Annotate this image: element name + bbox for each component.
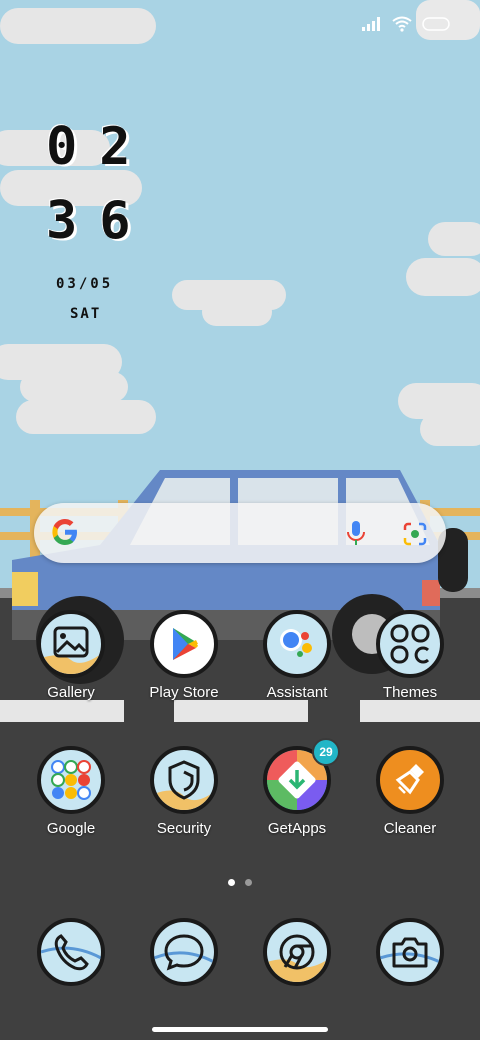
clock-day: SAT [70, 306, 102, 322]
app-cleaner[interactable]: Cleaner [355, 746, 465, 837]
camera-icon [376, 918, 444, 986]
gallery-icon [37, 610, 105, 678]
app-themes[interactable]: Themes [355, 610, 465, 701]
google-logo [52, 519, 77, 545]
dock-chrome[interactable] [242, 918, 352, 986]
clock-widget[interactable]: 02 36 03/05 SAT [46, 110, 153, 322]
status-bar [362, 16, 452, 32]
gesture-bar[interactable] [152, 1027, 328, 1032]
themes-icon [376, 610, 444, 678]
app-label: Gallery [47, 684, 95, 701]
cleaner-icon [376, 746, 444, 814]
page-indicator[interactable] [228, 879, 252, 886]
notification-badge: 29 [312, 738, 340, 766]
assistant-icon [263, 610, 331, 678]
app-label: Cleaner [383, 820, 437, 837]
battery-icon [422, 17, 450, 31]
app-google-folder[interactable]: Google [16, 746, 126, 837]
play-store-icon [150, 610, 218, 678]
clock-minutes: 36 [46, 191, 153, 251]
app-label: Security [156, 820, 212, 837]
app-label: Themes [382, 684, 438, 701]
page-dot-active [228, 879, 235, 886]
app-label: Play Store [149, 684, 219, 701]
clock-hours: 02 [46, 117, 153, 177]
app-label: Google [46, 820, 96, 837]
app-label: GetApps [267, 820, 327, 837]
signal-icon [362, 17, 380, 31]
page-dot [245, 879, 252, 886]
security-icon [150, 746, 218, 814]
messages-icon [150, 918, 218, 986]
app-assistant[interactable]: Assistant [242, 610, 352, 701]
app-security[interactable]: Security [129, 746, 239, 837]
google-folder-icon [37, 746, 105, 814]
wifi-icon [392, 16, 412, 32]
mic-icon[interactable] [344, 519, 368, 547]
chrome-icon [263, 918, 331, 986]
dock-camera[interactable] [355, 918, 465, 986]
app-label: Assistant [266, 684, 328, 701]
lens-icon[interactable] [402, 521, 428, 547]
google-search-bar[interactable] [34, 503, 446, 563]
app-gallery[interactable]: Gallery [16, 610, 126, 701]
clock-date: 03/05 [56, 276, 114, 292]
dock-messages[interactable] [129, 918, 239, 986]
app-play-store[interactable]: Play Store [129, 610, 239, 701]
dock-phone[interactable] [16, 918, 126, 986]
phone-icon [37, 918, 105, 986]
app-getapps[interactable]: 29 GetApps [242, 738, 352, 837]
